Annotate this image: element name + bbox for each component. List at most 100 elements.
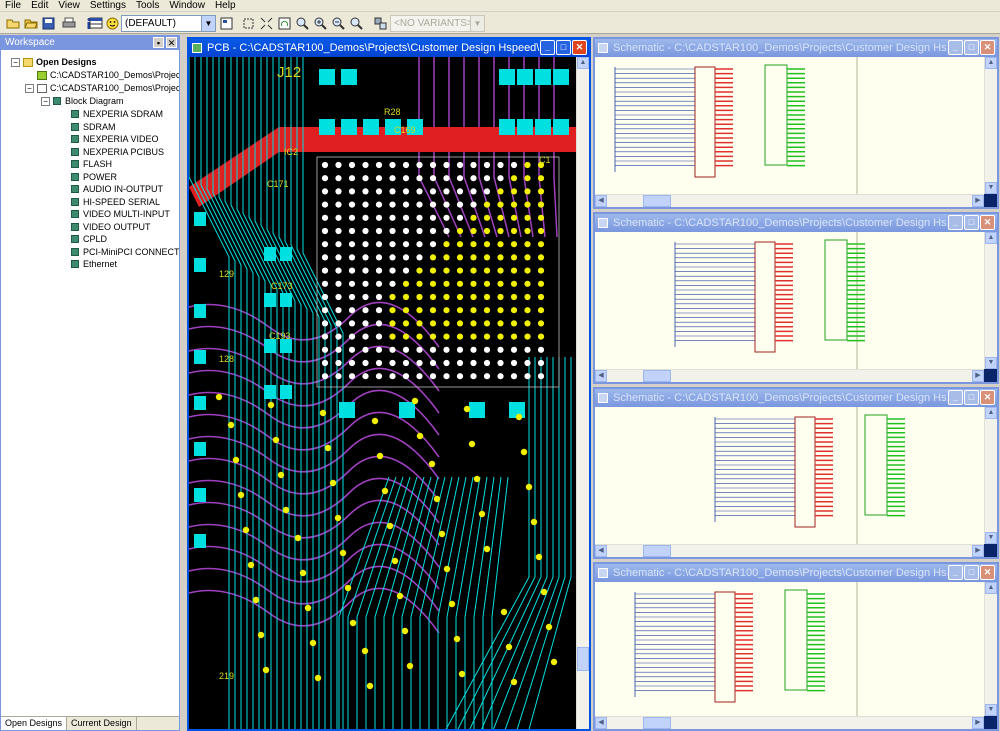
scroll-down-icon[interactable]: ▼ <box>985 182 997 194</box>
scroll-right-icon[interactable]: ▶ <box>972 545 984 557</box>
close-button[interactable]: ✕ <box>980 390 995 405</box>
collapse-icon[interactable]: − <box>41 96 50 106</box>
horizontal-scrollbar[interactable]: ◀ ▶ <box>595 369 984 382</box>
save-icon[interactable] <box>40 15 57 31</box>
menu-edit[interactable]: Edit <box>26 0 53 11</box>
menu-file[interactable]: File <box>0 0 26 11</box>
tree-item-block[interactable]: FLASH <box>71 158 112 171</box>
zoom-search-icon[interactable] <box>348 15 365 31</box>
scroll-left-icon[interactable]: ◀ <box>595 545 607 557</box>
tree-item-block[interactable]: HI-SPEED SERIAL <box>71 196 160 209</box>
schematic-canvas[interactable] <box>595 57 984 194</box>
tree-item-block[interactable]: VIDEO OUTPUT <box>71 221 151 234</box>
tree-item-block[interactable]: VIDEO MULTI-INPUT <box>71 208 170 221</box>
smiley-icon[interactable] <box>104 15 121 31</box>
horizontal-scrollbar[interactable]: ◀ ▶ <box>595 194 984 207</box>
variants-combo[interactable]: <NO VARIANTS> ▼ <box>390 15 485 32</box>
zoom-fit-icon[interactable] <box>258 15 275 31</box>
menu-view[interactable]: View <box>53 0 85 11</box>
schematic-drawing[interactable] <box>595 57 984 194</box>
scroll-down-icon[interactable]: ▼ <box>985 357 997 369</box>
minimize-button[interactable]: _ <box>540 40 555 55</box>
scroll-up-icon[interactable]: ▲ <box>577 57 589 69</box>
maximize-button[interactable]: □ <box>556 40 571 55</box>
vertical-scrollbar[interactable]: ▲ ▼ <box>984 582 997 716</box>
horizontal-scrollbar[interactable]: ◀ ▶ <box>595 544 984 557</box>
scroll-left-icon[interactable]: ◀ <box>595 195 607 207</box>
vertical-scrollbar[interactable]: ▲ <box>576 57 589 729</box>
chevron-down-icon[interactable]: ▼ <box>470 16 484 31</box>
menu-settings[interactable]: Settings <box>85 0 131 11</box>
pcb-layout[interactable]: J12 R28 C169 C171 IC2 C173 C193 128 219 129 C1 <box>189 57 576 729</box>
maximize-button[interactable]: □ <box>964 565 979 580</box>
schematic-window-title-bar[interactable]: Schematic - C:\CADSTAR100_Demos\Projects… <box>595 39 997 57</box>
minimize-button[interactable]: _ <box>948 40 963 55</box>
schematic-canvas[interactable] <box>595 232 984 369</box>
schematic-canvas[interactable] <box>595 582 984 716</box>
tab-current-design[interactable]: Current Design <box>67 717 137 730</box>
redraw-icon[interactable] <box>276 15 293 31</box>
tree-item-design-schematic[interactable]: − C:\CADSTAR100_Demos\Projects <box>25 82 179 95</box>
tree-item-block[interactable]: POWER <box>71 171 117 184</box>
zoom-in-icon[interactable] <box>312 15 329 31</box>
schematic-canvas[interactable] <box>595 407 984 544</box>
maximize-button[interactable]: □ <box>964 40 979 55</box>
scroll-thumb[interactable] <box>577 647 589 671</box>
schematic-drawing[interactable] <box>595 232 984 369</box>
schematic-drawing[interactable] <box>595 407 984 544</box>
new-file-icon[interactable] <box>4 15 21 31</box>
vertical-scrollbar[interactable]: ▲ ▼ <box>984 232 997 369</box>
close-button[interactable]: ✕ <box>980 565 995 580</box>
close-icon[interactable]: ✕ <box>166 37 177 48</box>
tab-open-designs[interactable]: Open Designs <box>1 717 68 730</box>
scroll-thumb[interactable] <box>643 545 671 557</box>
tree-item-design-pcb[interactable]: C:\CADSTAR100_Demos\Projects <box>25 69 179 82</box>
menu-window[interactable]: Window <box>164 0 210 11</box>
tree-item-block[interactable]: SDRAM <box>71 121 116 134</box>
tree-item-block-diagram[interactable]: − Block Diagram <box>41 95 124 108</box>
scroll-down-icon[interactable]: ▼ <box>985 704 997 716</box>
scroll-left-icon[interactable]: ◀ <box>595 717 607 729</box>
collapse-icon[interactable]: − <box>11 57 20 67</box>
pcb-canvas[interactable]: J12 R28 C169 C171 IC2 C173 C193 128 219 129 C1 <box>189 57 576 729</box>
tree-item-block[interactable]: NEXPERIA PCIBUS <box>71 146 164 159</box>
maximize-button[interactable]: □ <box>964 215 979 230</box>
dock-icon[interactable]: ▪ <box>153 37 164 48</box>
tree-item-block[interactable]: CPLD <box>71 233 107 246</box>
minimize-button[interactable]: _ <box>948 390 963 405</box>
scroll-thumb[interactable] <box>643 370 671 382</box>
scroll-thumb[interactable] <box>643 717 671 729</box>
vertical-scrollbar[interactable]: ▲ ▼ <box>984 57 997 194</box>
scroll-up-icon[interactable]: ▲ <box>985 57 997 69</box>
zoom-out-icon[interactable] <box>330 15 347 31</box>
scroll-left-icon[interactable]: ◀ <box>595 370 607 382</box>
tree-item-open-designs[interactable]: − Open Designs <box>11 56 97 69</box>
scroll-up-icon[interactable]: ▲ <box>985 582 997 594</box>
variants-icon[interactable] <box>372 15 389 31</box>
schematic-window-title-bar[interactable]: Schematic - C:\CADSTAR100_Demos\Projects… <box>595 389 997 407</box>
minimize-button[interactable]: _ <box>948 565 963 580</box>
maximize-button[interactable]: □ <box>964 390 979 405</box>
table-icon[interactable] <box>88 15 104 31</box>
pcb-window-title-bar[interactable]: PCB - C:\CADSTAR100_Demos\Projects\Custo… <box>189 39 589 57</box>
scroll-up-icon[interactable]: ▲ <box>985 232 997 244</box>
scroll-right-icon[interactable]: ▶ <box>972 195 984 207</box>
print-icon[interactable] <box>60 15 77 31</box>
scroll-thumb[interactable] <box>643 195 671 207</box>
scroll-down-icon[interactable]: ▼ <box>985 532 997 544</box>
minimize-button[interactable]: _ <box>948 215 963 230</box>
collapse-icon[interactable]: − <box>25 83 34 93</box>
close-button[interactable]: ✕ <box>980 40 995 55</box>
zoom-previous-icon[interactable] <box>294 15 311 31</box>
tree-item-block[interactable]: AUDIO IN-OUTPUT <box>71 183 163 196</box>
config-combo[interactable]: (DEFAULT) ▼ <box>121 15 216 32</box>
schematic-window-title-bar[interactable]: Schematic - C:\CADSTAR100_Demos\Projects… <box>595 564 997 582</box>
window-settings-icon[interactable] <box>218 15 235 31</box>
schematic-window-title-bar[interactable]: Schematic - C:\CADSTAR100_Demos\Projects… <box>595 214 997 232</box>
open-file-icon[interactable] <box>22 15 39 31</box>
close-button[interactable]: ✕ <box>572 40 587 55</box>
chevron-down-icon[interactable]: ▼ <box>201 16 215 31</box>
horizontal-scrollbar[interactable]: ◀ ▶ <box>595 716 984 729</box>
tree-item-block[interactable]: Ethernet <box>71 258 117 271</box>
zoom-window-icon[interactable] <box>240 15 257 31</box>
